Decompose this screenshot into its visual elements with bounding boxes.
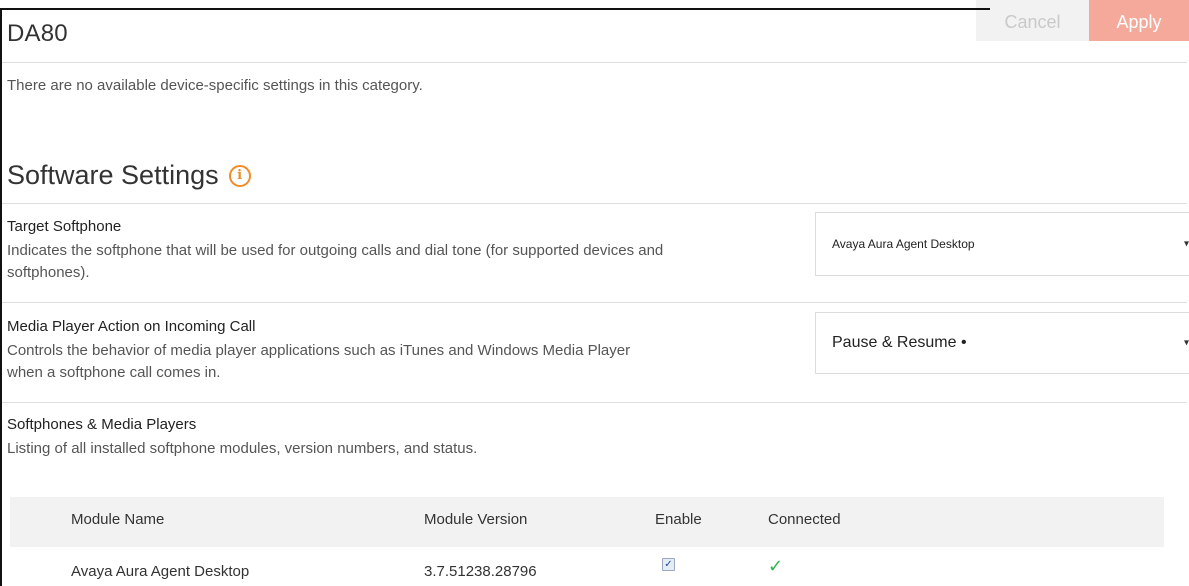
- apply-button[interactable]: Apply: [1089, 0, 1189, 41]
- cancel-button[interactable]: Cancel: [976, 0, 1089, 41]
- table-header: [10, 497, 1164, 547]
- softphones-media-players-label: Softphones & Media Players: [7, 416, 197, 433]
- divider: [2, 402, 1187, 403]
- media-player-action-description: Controls the behavior of media player ap…: [7, 342, 631, 381]
- divider: [2, 62, 1187, 63]
- chevron-down-icon: ▾: [1183, 337, 1189, 349]
- target-softphone-label: Target Softphone: [7, 218, 122, 235]
- column-header: Module Version: [424, 511, 528, 528]
- target-softphone-select[interactable]: Avaya Aura Agent Desktop ▾: [815, 212, 1189, 276]
- softphones-media-players-description: Listing of all installed softphone modul…: [7, 440, 478, 457]
- chevron-down-icon: ▾: [1183, 238, 1189, 250]
- module-version-cell: 3.7.51238.28796: [424, 563, 537, 580]
- info-icon[interactable]: i: [228, 164, 251, 187]
- settings-panel: DA80 Cancel Apply There are no available…: [0, 0, 1189, 586]
- column-header: Module Name: [71, 511, 165, 528]
- column-header: Connected: [768, 511, 841, 528]
- divider: [2, 203, 1187, 204]
- connected-check-icon: ✓: [768, 556, 784, 576]
- media-player-action-select[interactable]: Pause & Resume • ▾: [815, 312, 1189, 374]
- media-player-action-label: Media Player Action on Incoming Call: [7, 318, 256, 335]
- target-softphone-description: Indicates the softphone that will be use…: [7, 242, 664, 281]
- section-title-text: Software Settings: [7, 160, 219, 190]
- divider: [2, 302, 1187, 303]
- section-title: Software Settings i: [7, 160, 251, 191]
- enable-checkbox[interactable]: ✓: [662, 558, 675, 571]
- target-softphone-selected: Avaya Aura Agent Desktop: [832, 237, 975, 251]
- device-title: DA80: [7, 20, 68, 47]
- media-player-action-selected: Pause & Resume •: [832, 334, 967, 351]
- no-settings-message: There are no available device-specific s…: [7, 77, 423, 94]
- module-name-cell: Avaya Aura Agent Desktop: [71, 563, 250, 580]
- column-header: Enable: [655, 511, 702, 528]
